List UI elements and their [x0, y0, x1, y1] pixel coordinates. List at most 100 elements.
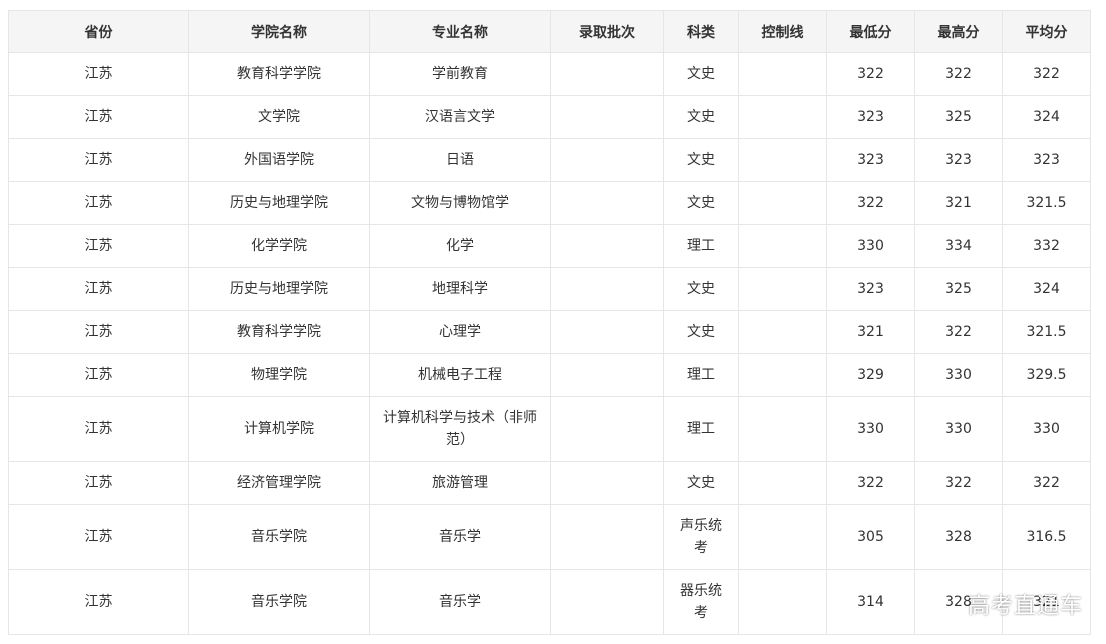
avg-score-cell: 332: [1002, 224, 1091, 268]
college-cell: 音乐学院: [188, 569, 370, 635]
avg-score-cell: 324: [1002, 267, 1091, 311]
major-cell: 地理科学: [369, 267, 551, 311]
control-line-cell: [738, 504, 827, 570]
province-cell: 江苏: [8, 461, 189, 505]
province-cell: 江苏: [8, 138, 189, 182]
header-province: 省份: [8, 10, 189, 53]
college-cell: 历史与地理学院: [188, 267, 370, 311]
batch-cell: [550, 310, 664, 354]
college-cell: 教育科学学院: [188, 310, 370, 354]
major-cell: 旅游管理: [369, 461, 551, 505]
college-cell: 历史与地理学院: [188, 181, 370, 225]
college-cell: 教育科学学院: [188, 52, 370, 96]
header-max-score: 最高分: [914, 10, 1003, 53]
table-row: 江苏 音乐学院 音乐学 器乐统考 314 328 321: [8, 569, 1091, 635]
major-cell: 计算机科学与技术（非师范）: [369, 396, 551, 462]
table-row: 江苏 教育科学学院 学前教育 文史 322 322 322: [8, 52, 1091, 96]
college-cell: 化学学院: [188, 224, 370, 268]
min-score-cell: 330: [826, 224, 915, 268]
max-score-cell: 330: [914, 353, 1003, 397]
control-line-cell: [738, 310, 827, 354]
avg-score-cell: 316.5: [1002, 504, 1091, 570]
max-score-cell: 321: [914, 181, 1003, 225]
avg-score-cell: 323: [1002, 138, 1091, 182]
min-score-cell: 305: [826, 504, 915, 570]
major-cell: 音乐学: [369, 504, 551, 570]
min-score-cell: 314: [826, 569, 915, 635]
control-line-cell: [738, 461, 827, 505]
major-cell: 学前教育: [369, 52, 551, 96]
control-line-cell: [738, 138, 827, 182]
college-cell: 物理学院: [188, 353, 370, 397]
province-cell: 江苏: [8, 267, 189, 311]
max-score-cell: 323: [914, 138, 1003, 182]
category-cell: 理工: [663, 396, 739, 462]
min-score-cell: 322: [826, 52, 915, 96]
table-row: 江苏 化学学院 化学 理工 330 334 332: [8, 224, 1091, 268]
min-score-cell: 330: [826, 396, 915, 462]
batch-cell: [550, 138, 664, 182]
table-row: 江苏 经济管理学院 旅游管理 文史 322 322 322: [8, 461, 1091, 505]
control-line-cell: [738, 267, 827, 311]
batch-cell: [550, 52, 664, 96]
batch-cell: [550, 396, 664, 462]
province-cell: 江苏: [8, 569, 189, 635]
table-row: 江苏 音乐学院 音乐学 声乐统考 305 328 316.5: [8, 504, 1091, 570]
category-cell: 文史: [663, 267, 739, 311]
watermark: 高考直通车: [968, 594, 1084, 619]
category-cell: 文史: [663, 461, 739, 505]
major-cell: 机械电子工程: [369, 353, 551, 397]
max-score-cell: 328: [914, 504, 1003, 570]
min-score-cell: 323: [826, 138, 915, 182]
category-cell: 文史: [663, 181, 739, 225]
category-cell: 声乐统考: [663, 504, 739, 570]
max-score-cell: 325: [914, 267, 1003, 311]
province-cell: 江苏: [8, 396, 189, 462]
batch-cell: [550, 569, 664, 635]
major-cell: 日语: [369, 138, 551, 182]
province-cell: 江苏: [8, 353, 189, 397]
college-cell: 音乐学院: [188, 504, 370, 570]
college-cell: 外国语学院: [188, 138, 370, 182]
province-cell: 江苏: [8, 95, 189, 139]
min-score-cell: 329: [826, 353, 915, 397]
avg-score-cell: 321.5: [1002, 310, 1091, 354]
category-cell: 理工: [663, 353, 739, 397]
category-cell: 器乐统考: [663, 569, 739, 635]
batch-cell: [550, 95, 664, 139]
major-cell: 音乐学: [369, 569, 551, 635]
control-line-cell: [738, 353, 827, 397]
max-score-cell: 334: [914, 224, 1003, 268]
header-college: 学院名称: [188, 10, 370, 53]
province-cell: 江苏: [8, 224, 189, 268]
province-cell: 江苏: [8, 52, 189, 96]
max-score-cell: 325: [914, 95, 1003, 139]
college-cell: 文学院: [188, 95, 370, 139]
category-cell: 文史: [663, 310, 739, 354]
table-row: 江苏 物理学院 机械电子工程 理工 329 330 329.5: [8, 353, 1091, 397]
category-cell: 文史: [663, 52, 739, 96]
table-row: 江苏 历史与地理学院 地理科学 文史 323 325 324: [8, 267, 1091, 311]
control-line-cell: [738, 95, 827, 139]
major-cell: 化学: [369, 224, 551, 268]
major-cell: 文物与博物馆学: [369, 181, 551, 225]
max-score-cell: 322: [914, 310, 1003, 354]
province-cell: 江苏: [8, 310, 189, 354]
major-cell: 汉语言文学: [369, 95, 551, 139]
province-cell: 江苏: [8, 181, 189, 225]
college-cell: 计算机学院: [188, 396, 370, 462]
header-min-score: 最低分: [826, 10, 915, 53]
avg-score-cell: 329.5: [1002, 353, 1091, 397]
batch-cell: [550, 461, 664, 505]
min-score-cell: 322: [826, 181, 915, 225]
table-row: 江苏 历史与地理学院 文物与博物馆学 文史 322 321 321.5: [8, 181, 1091, 225]
batch-cell: [550, 504, 664, 570]
batch-cell: [550, 353, 664, 397]
control-line-cell: [738, 52, 827, 96]
category-cell: 理工: [663, 224, 739, 268]
table-row: 江苏 计算机学院 计算机科学与技术（非师范） 理工 330 330 330: [8, 396, 1091, 462]
batch-cell: [550, 181, 664, 225]
category-cell: 文史: [663, 95, 739, 139]
table-row: 江苏 教育科学学院 心理学 文史 321 322 321.5: [8, 310, 1091, 354]
table-row: 江苏 文学院 汉语言文学 文史 323 325 324: [8, 95, 1091, 139]
